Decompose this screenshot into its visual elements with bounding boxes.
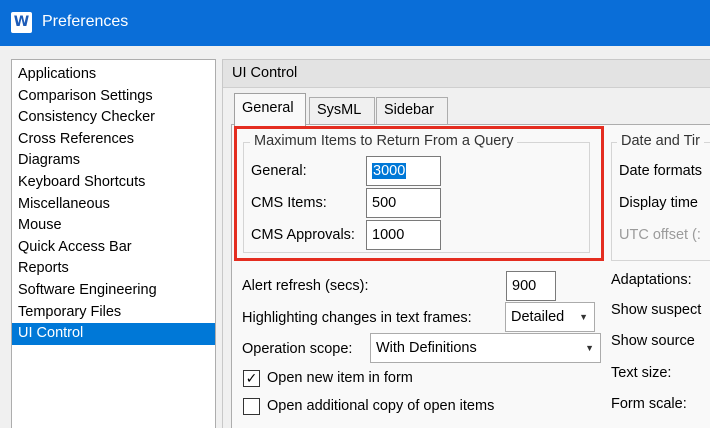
display-time-label: Display time — [619, 195, 698, 211]
nav-item-comparison-settings[interactable]: Comparison Settings — [12, 86, 215, 108]
cms-approvals-label: CMS Approvals: — [251, 227, 355, 243]
highlighting-label: Highlighting changes in text frames: — [242, 310, 472, 326]
date-format-label: Date formats — [619, 163, 702, 179]
app-logo-icon: W — [11, 12, 32, 33]
highlighting-value: Detailed — [511, 309, 565, 325]
cms-items-label: CMS Items: — [251, 195, 327, 211]
adaptations-label: Adaptations: — [611, 272, 692, 288]
open-new-item-checkbox[interactable]: ✓ — [243, 370, 260, 387]
alert-refresh-input[interactable]: 900 — [506, 271, 556, 301]
alert-refresh-label: Alert refresh (secs): — [242, 278, 369, 294]
nav-item-ui-control[interactable]: UI Control — [12, 323, 215, 345]
operation-scope-label: Operation scope: — [242, 341, 353, 357]
open-additional-checkbox[interactable] — [243, 398, 260, 415]
nav-item-mouse[interactable]: Mouse — [12, 215, 215, 237]
window-title: Preferences — [42, 13, 129, 30]
general-max-input[interactable]: 3000 — [366, 156, 441, 186]
show-source-label: Show source — [611, 333, 695, 349]
open-new-item-label: Open new item in form — [267, 370, 413, 386]
nav-item-quick-access-bar[interactable]: Quick Access Bar — [12, 237, 215, 259]
utc-offset-label: UTC offset (: — [619, 227, 701, 243]
general-max-value: 3000 — [372, 163, 407, 179]
cms-approvals-input[interactable]: 1000 — [366, 220, 441, 250]
open-additional-label: Open additional copy of open items — [267, 398, 495, 414]
panel-title: UI Control — [232, 65, 298, 81]
nav-item-reports[interactable]: Reports — [12, 258, 215, 280]
text-size-label: Text size: — [611, 365, 672, 381]
title-bar: W Preferences — [0, 0, 710, 46]
nav-item-temporary-files[interactable]: Temporary Files — [12, 302, 215, 324]
general-label: General: — [251, 163, 307, 179]
nav-item-diagrams[interactable]: Diagrams — [12, 150, 215, 172]
chevron-down-icon: ▼ — [585, 343, 594, 353]
nav-item-cross-references[interactable]: Cross References — [12, 129, 215, 151]
nav-item-consistency-checker[interactable]: Consistency Checker — [12, 107, 215, 129]
preferences-category-list[interactable]: Applications Comparison Settings Consist… — [11, 59, 216, 428]
highlighting-dropdown[interactable]: Detailed ▼ — [505, 302, 595, 332]
tab-sysml[interactable]: SysML — [309, 97, 375, 125]
nav-item-software-engineering[interactable]: Software Engineering — [12, 280, 215, 302]
operation-scope-value: With Definitions — [376, 340, 477, 356]
operation-scope-dropdown[interactable]: With Definitions ▼ — [370, 333, 601, 363]
tab-general[interactable]: General — [234, 93, 306, 126]
chevron-down-icon: ▼ — [579, 312, 588, 322]
tab-sidebar[interactable]: Sidebar — [376, 97, 448, 125]
cms-items-input[interactable]: 500 — [366, 188, 441, 218]
panel-header: UI Control — [223, 60, 710, 88]
nav-item-keyboard-shortcuts[interactable]: Keyboard Shortcuts — [12, 172, 215, 194]
nav-item-miscellaneous[interactable]: Miscellaneous — [12, 194, 215, 216]
checkmark-icon: ✓ — [245, 370, 258, 386]
show-suspect-label: Show suspect — [611, 302, 702, 318]
form-scale-label: Form scale: — [611, 396, 687, 412]
nav-item-applications[interactable]: Applications — [12, 64, 215, 86]
date-time-legend: Date and Tir — [617, 133, 704, 149]
